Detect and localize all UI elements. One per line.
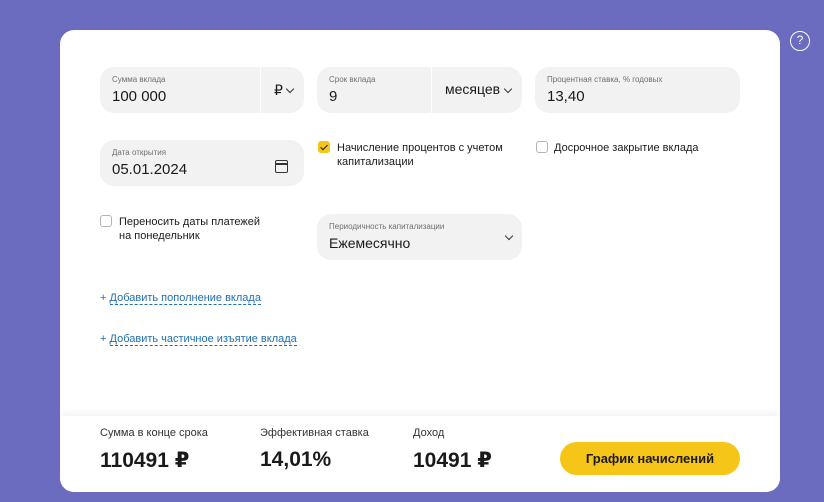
move-dates-checkbox[interactable] <box>100 215 112 227</box>
amount-value[interactable]: 100 000 <box>112 88 166 105</box>
add-deposit-link-label: Добавить пополнение вклада <box>109 292 261 305</box>
term-field[interactable]: Срок вклада 9 месяцев <box>317 67 522 113</box>
currency-select[interactable]: ₽ <box>274 82 283 99</box>
summary-footer: Сумма в конце срока 110491 ₽ Эффективная… <box>60 416 780 492</box>
cap-period-label: Периодичность капитализации <box>329 222 445 231</box>
effective-rate-label: Эффективная ставка <box>260 427 369 439</box>
effective-rate-value: 14,01% <box>260 448 332 471</box>
income-value: 10491 ₽ <box>413 449 492 472</box>
cap-period-value: Ежемесячно <box>329 235 411 251</box>
term-value[interactable]: 9 <box>329 88 337 105</box>
term-label: Срок вклада <box>329 75 376 84</box>
add-withdrawal-link[interactable]: + Добавить частичное изъятие вклада <box>100 333 297 346</box>
early-close-checkbox[interactable] <box>536 141 548 153</box>
income-label: Доход <box>413 427 445 439</box>
chevron-down-icon <box>504 231 514 241</box>
capitalization-label: Начисление процентов с учетом капитализа… <box>337 142 503 168</box>
calendar-icon[interactable] <box>275 160 288 173</box>
plus-icon: + <box>100 333 107 345</box>
cap-period-select[interactable]: Периодичность капитализации Ежемесячно <box>317 214 522 260</box>
help-icon[interactable]: ? <box>790 31 810 51</box>
rate-label: Процентная ставка, % годовых <box>547 75 663 84</box>
end-sum-value: 110491 ₽ <box>100 449 190 472</box>
amount-label: Сумма вклада <box>112 75 166 84</box>
add-withdrawal-link-label: Добавить частичное изъятие вклада <box>109 333 297 346</box>
amount-field[interactable]: Сумма вклада 100 000 ₽ <box>100 67 304 113</box>
open-date-label: Дата открытия <box>112 148 167 157</box>
move-dates-label: Переносить даты платежей на понедельник <box>119 216 260 242</box>
open-date-value[interactable]: 05.01.2024 <box>112 161 187 178</box>
early-close-label: Досрочное закрытие вклада <box>554 142 699 154</box>
add-deposit-link[interactable]: + Добавить пополнение вклада <box>100 292 261 305</box>
capitalization-checkbox[interactable] <box>318 141 330 153</box>
rate-value[interactable]: 13,40 <box>547 88 585 105</box>
end-sum-label: Сумма в конце срока <box>100 427 208 439</box>
schedule-button[interactable]: График начислений <box>560 442 740 475</box>
rate-field[interactable]: Процентная ставка, % годовых 13,40 <box>535 67 740 113</box>
term-separator <box>431 67 432 113</box>
term-unit-select[interactable]: месяцев <box>445 81 500 97</box>
open-date-field[interactable]: Дата открытия 05.01.2024 <box>100 140 304 186</box>
chevron-down-icon <box>503 84 513 94</box>
chevron-down-icon <box>285 84 295 94</box>
plus-icon: + <box>100 292 107 304</box>
deposit-calculator-card: Сумма вклада 100 000 ₽ Срок вклада 9 мес… <box>60 30 780 492</box>
amount-separator <box>260 67 261 113</box>
